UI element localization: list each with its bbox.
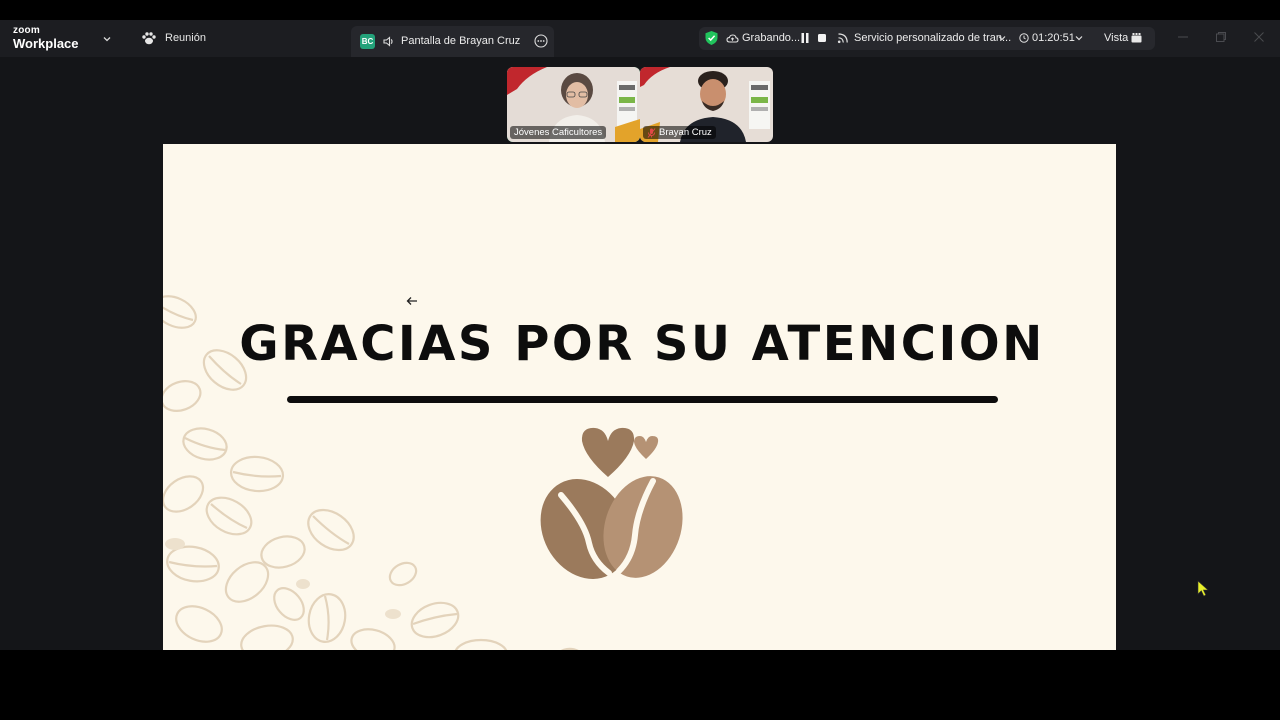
letterbox-bottom	[0, 650, 1280, 720]
shared-screen-slide: GRACIAS POR SU ATENCION	[163, 144, 1116, 650]
participant-name-tag: Brayan Cruz	[643, 126, 716, 139]
pause-icon[interactable]	[801, 33, 809, 43]
mic-muted-icon	[647, 127, 656, 138]
clock-icon	[1019, 33, 1029, 43]
chevron-down-icon[interactable]	[101, 33, 113, 45]
zoom-window: zoom Workplace Reunión BC Pantalla de Br…	[0, 20, 1280, 650]
recording-status: Grabando...	[742, 32, 801, 44]
participant-name-tag: Jóvenes Caficultores	[510, 126, 607, 139]
arrow-left-icon	[406, 297, 417, 305]
more-icon[interactable]	[534, 34, 548, 48]
letterbox-top	[0, 0, 1280, 20]
view-button[interactable]: Vista	[1104, 32, 1128, 44]
view-grid-icon[interactable]	[1131, 33, 1142, 43]
meeting-label: Reunión	[165, 32, 206, 44]
feed-icon	[837, 33, 848, 44]
brand-top: zoom	[13, 25, 40, 36]
chevron-down-icon[interactable]	[997, 33, 1007, 43]
participant-name: Jóvenes Caficultores	[514, 127, 603, 138]
brand-bottom: Workplace	[13, 36, 79, 51]
participant-video-1[interactable]: Jóvenes Caficultores	[507, 67, 640, 142]
chevron-down-icon[interactable]	[1074, 33, 1084, 43]
cursor-icon	[1197, 580, 1209, 597]
meeting-button[interactable]: Reunión	[141, 30, 206, 46]
cloud-icon	[726, 34, 739, 43]
title-bar: zoom Workplace Reunión BC Pantalla de Br…	[0, 20, 1280, 57]
screen-share-tab[interactable]: BC Pantalla de Brayan Cruz	[351, 26, 554, 57]
stop-icon[interactable]	[818, 34, 826, 42]
share-tab-label: Pantalla de Brayan Cruz	[401, 35, 521, 47]
participant-name: Brayan Cruz	[659, 127, 712, 138]
meeting-timer[interactable]: 01:20:51	[1032, 32, 1075, 44]
close-icon[interactable]	[1253, 31, 1265, 43]
slide-title: GRACIAS POR SU ATENCION	[239, 316, 1045, 372]
shield-check-icon[interactable]	[704, 30, 719, 46]
slide-divider	[287, 396, 998, 403]
zoom-workplace-logo[interactable]: zoom Workplace	[13, 25, 79, 51]
coffee-beans-hearts-logo	[540, 427, 683, 579]
transcription-service[interactable]: Servicio personalizado de tran...	[854, 32, 1011, 44]
participant-video-2[interactable]: Brayan Cruz	[640, 67, 773, 142]
presenter-avatar: BC	[360, 34, 375, 49]
paw-icon	[142, 32, 156, 45]
meeting-status-bar: Grabando... Servicio personalizado de tr…	[699, 27, 1155, 50]
speaker-icon[interactable]	[382, 35, 395, 48]
minimize-icon[interactable]	[1177, 31, 1189, 43]
restore-icon[interactable]	[1215, 31, 1227, 43]
